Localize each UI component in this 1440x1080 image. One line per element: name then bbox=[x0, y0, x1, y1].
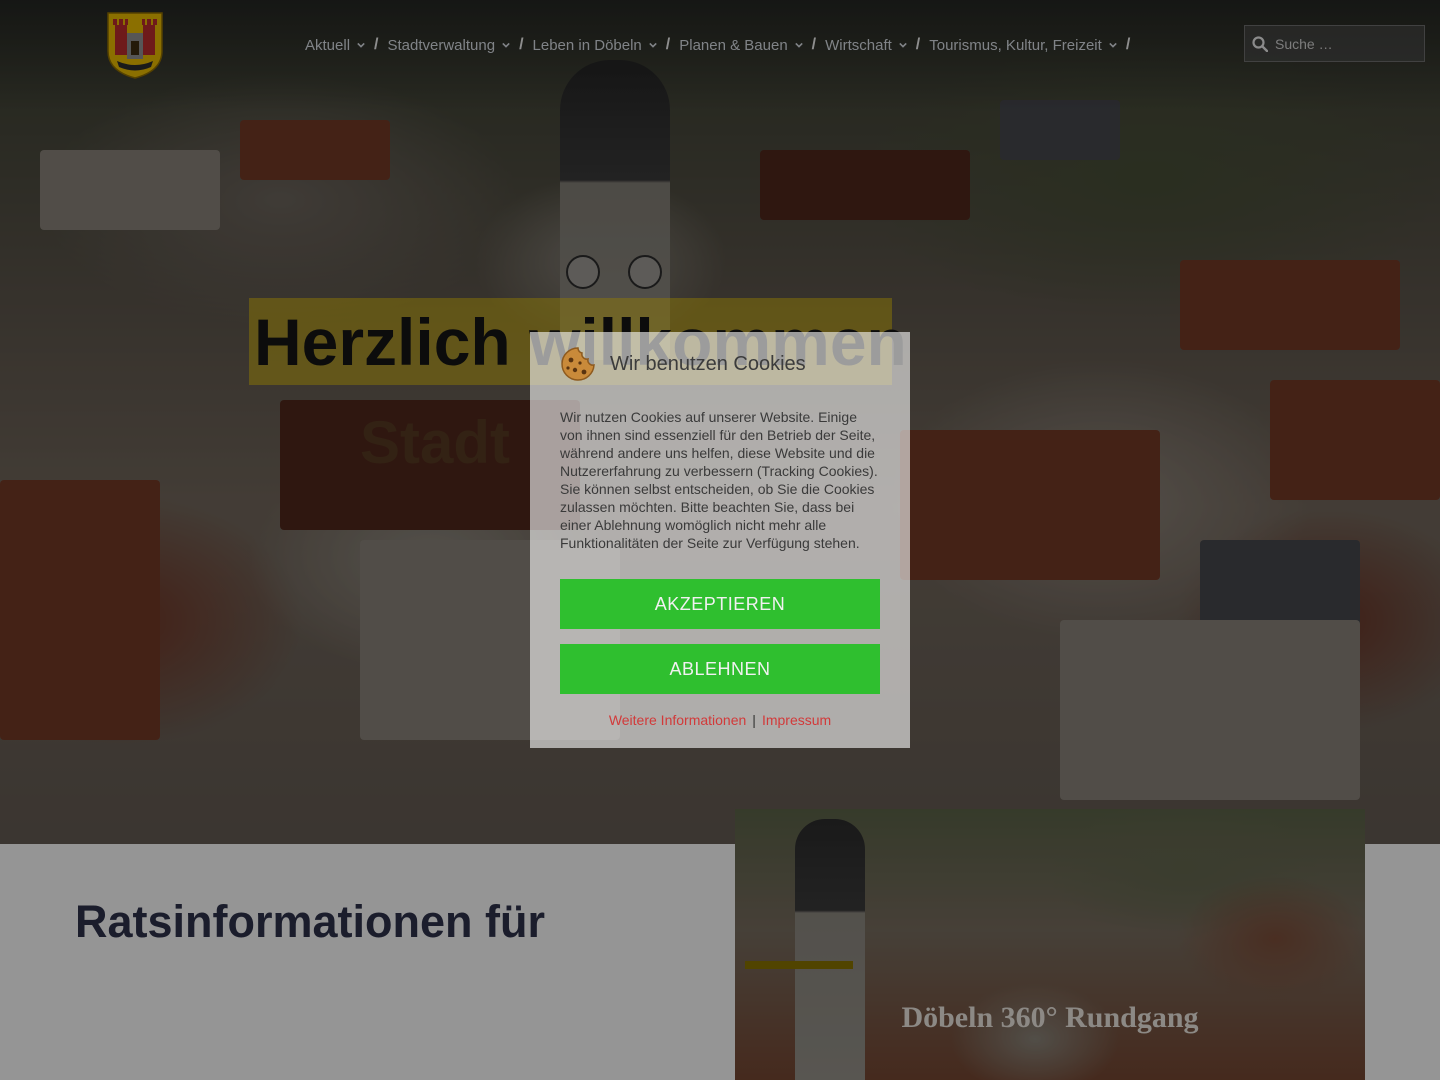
accept-cookies-button[interactable]: AKZEPTIEREN bbox=[560, 579, 880, 629]
cookie-text: Wir nutzen Cookies auf unserer Website. … bbox=[560, 409, 878, 551]
cookie-icon bbox=[561, 347, 595, 381]
link-separator: | bbox=[752, 712, 756, 728]
cookie-title: Wir benutzen Cookies bbox=[610, 352, 806, 375]
imprint-link[interactable]: Impressum bbox=[762, 712, 831, 728]
decline-cookies-button[interactable]: ABLEHNEN bbox=[560, 644, 880, 694]
cookie-dialog: Wir benutzen Cookies Wir nutzen Cookies … bbox=[530, 332, 910, 748]
cookie-links: Weitere Informationen | Impressum bbox=[530, 712, 910, 728]
more-info-link[interactable]: Weitere Informationen bbox=[609, 712, 746, 728]
